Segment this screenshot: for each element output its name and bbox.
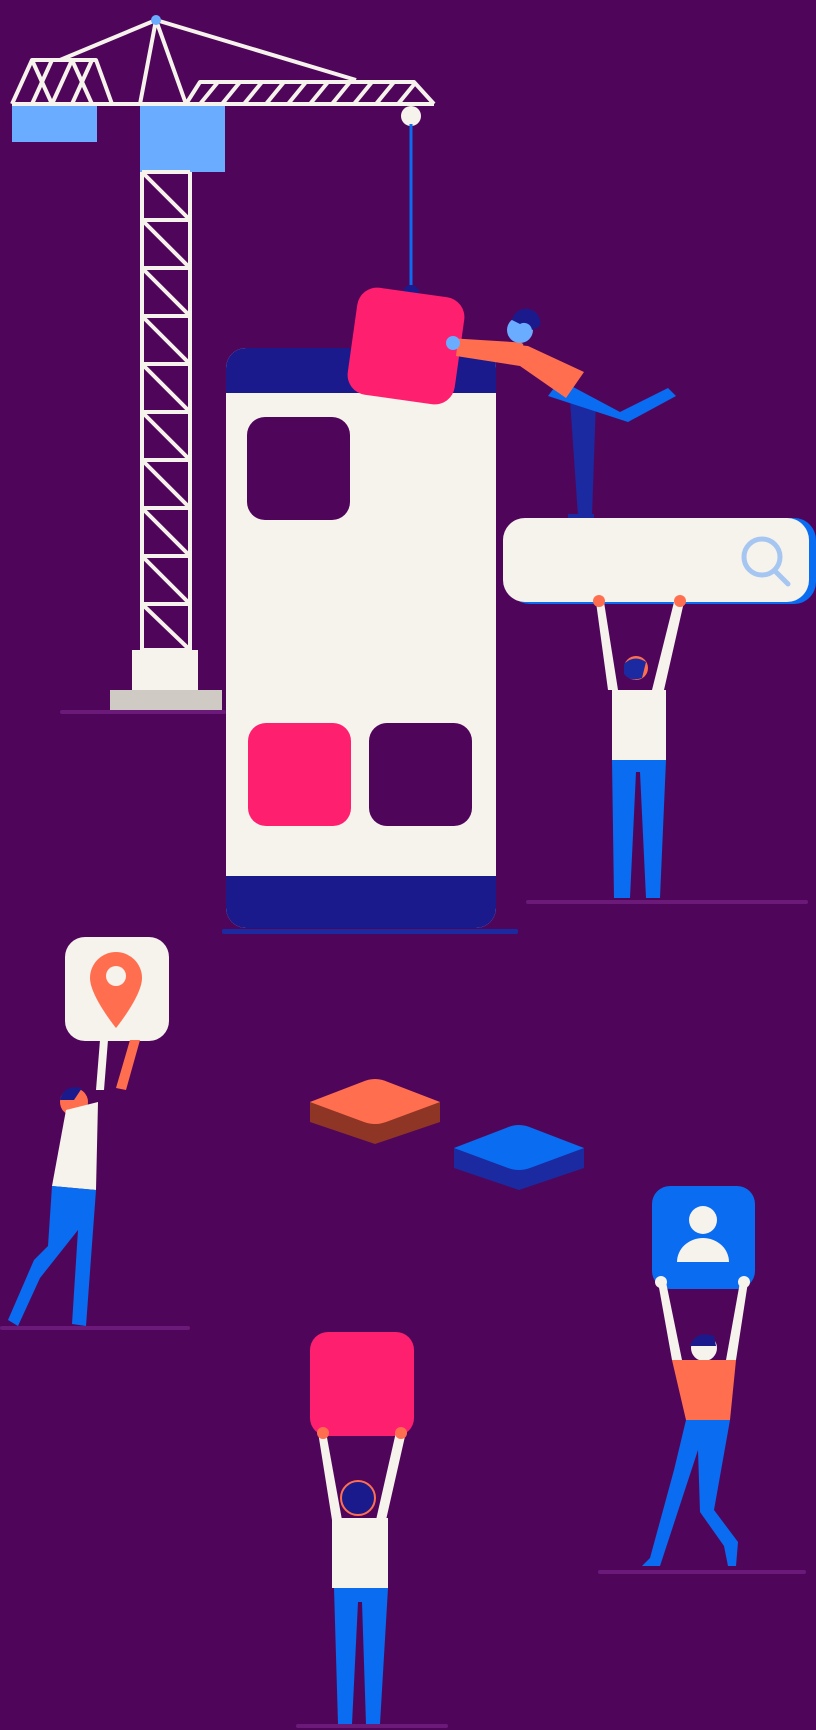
person-hand-right: [674, 595, 686, 607]
phone-mockup: [222, 348, 518, 934]
user-person-hand-left: [655, 1276, 667, 1288]
worker-hand: [446, 336, 460, 350]
crane-top-pin: [151, 15, 161, 25]
pink-tile-bg: [310, 1332, 414, 1436]
crane-counterweight-left: [12, 104, 97, 142]
crane-pulley: [401, 106, 421, 126]
user-card-bg: [652, 1186, 755, 1289]
worker-arm: [452, 338, 524, 350]
pink-ground-line: [296, 1724, 448, 1728]
pink-person-torso: [332, 1518, 388, 1588]
phone-app-tile-plum-bottom: [369, 723, 472, 826]
search-bar-field: [503, 518, 809, 602]
phone-ground-line: [222, 929, 518, 934]
location-card: [65, 937, 169, 1041]
loc-ground-line: [0, 1326, 190, 1330]
user-person-hand-right: [738, 1276, 750, 1288]
crane-ground-line: [60, 710, 226, 714]
person-torso: [612, 690, 666, 760]
user-ground-line: [598, 1570, 806, 1574]
crane-base: [132, 650, 198, 692]
search-bar: [503, 518, 816, 604]
crane-footing: [110, 690, 222, 710]
crane-counterweight-center: [140, 104, 225, 172]
pink-person-hand-left: [317, 1427, 329, 1439]
phone-app-tile-plum-top: [247, 417, 350, 520]
phone-app-tile-pink: [248, 723, 351, 826]
phone-bottom-bar: [226, 876, 496, 928]
pink-app-tile: [310, 1332, 414, 1436]
pink-person-head: [340, 1480, 376, 1516]
pink-person-hand-right: [395, 1427, 407, 1439]
illustration-scene: [0, 0, 816, 1730]
worker-ground: [568, 514, 594, 518]
user-profile-card: [652, 1186, 755, 1289]
person-ground-line: [526, 900, 808, 904]
person-hand-left: [593, 595, 605, 607]
